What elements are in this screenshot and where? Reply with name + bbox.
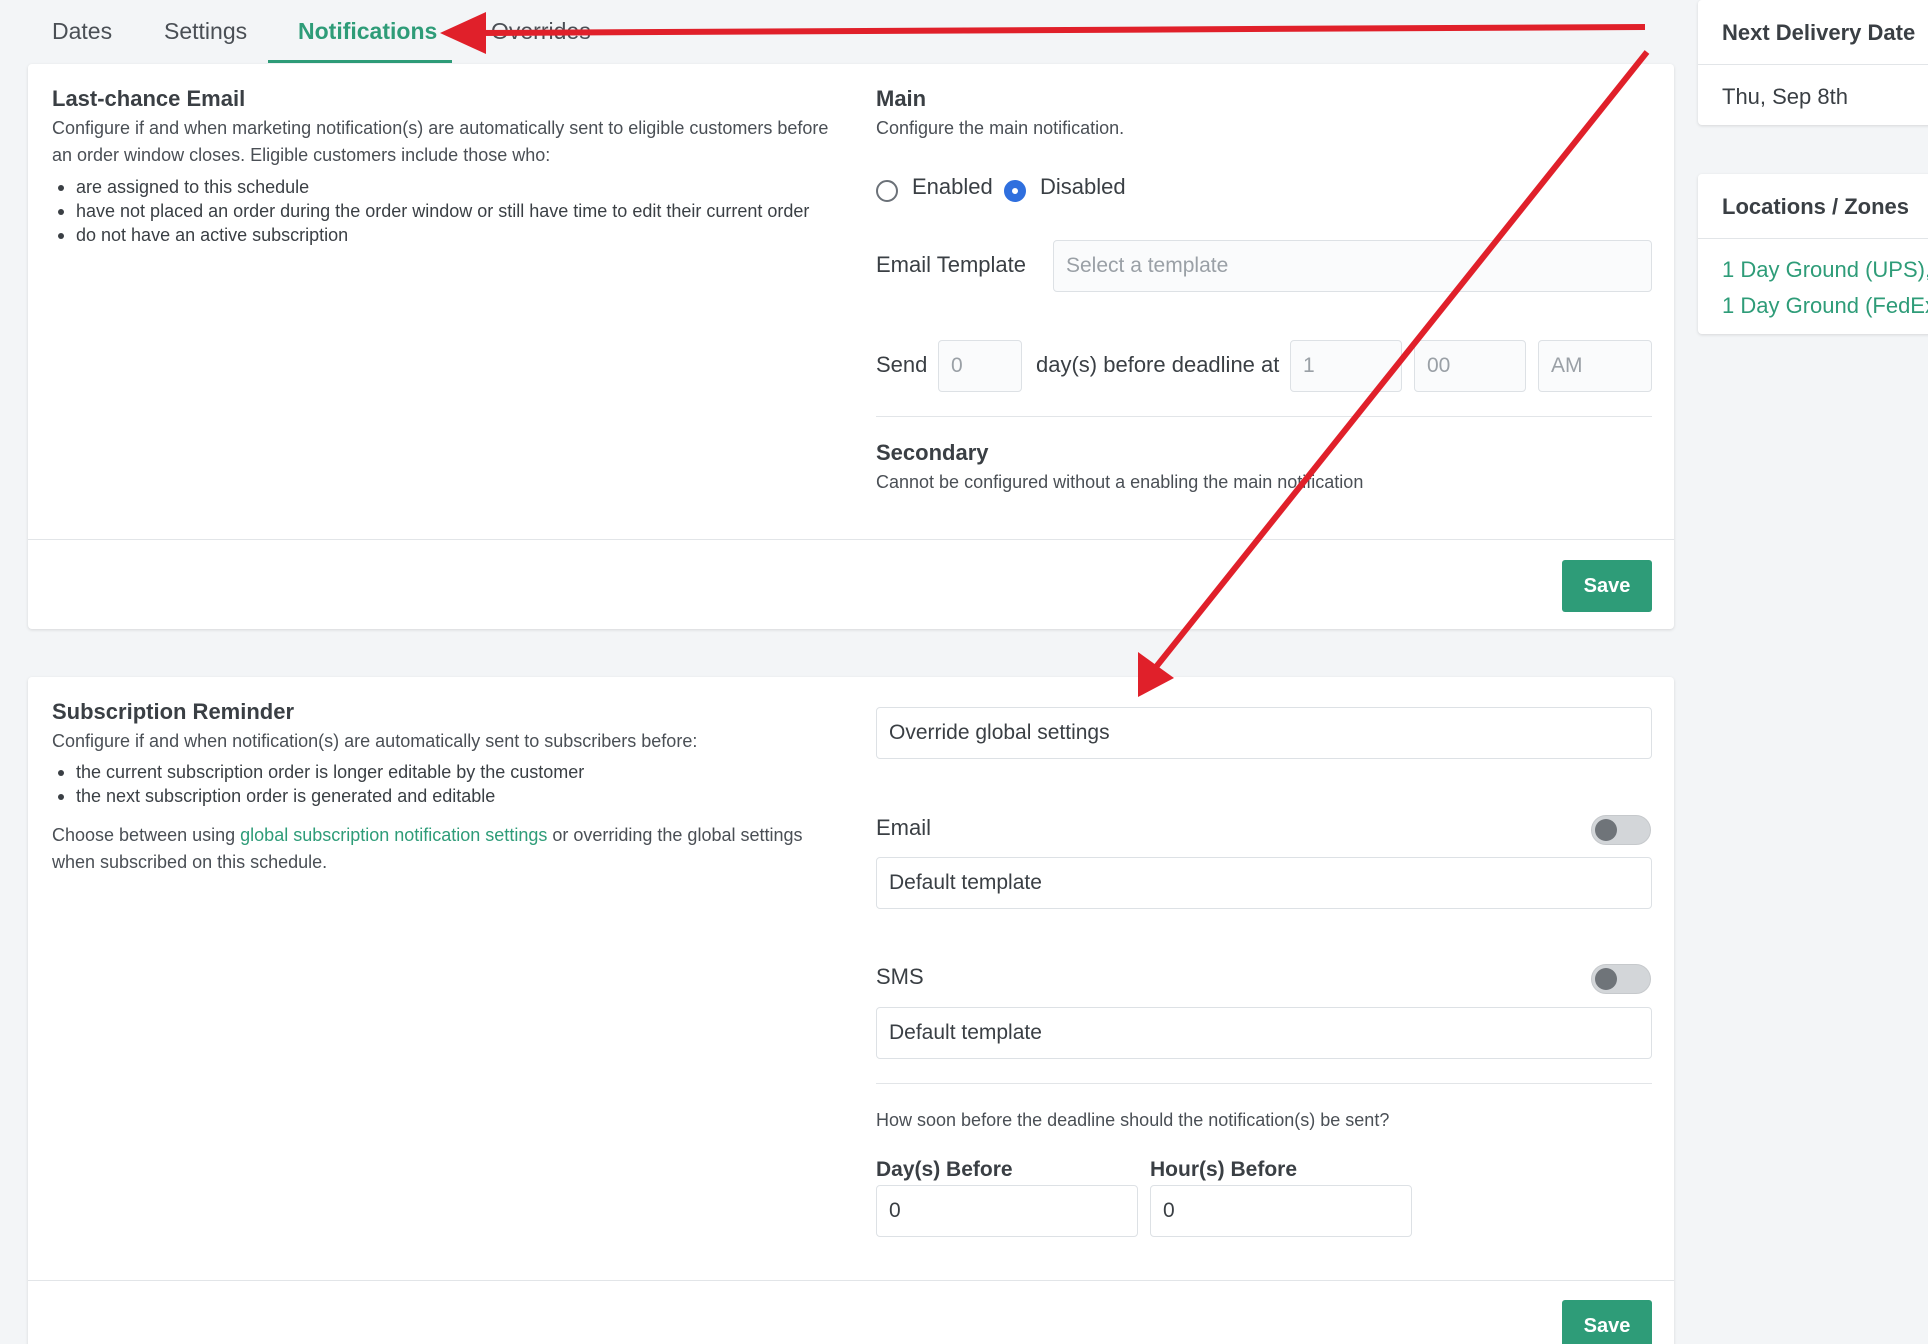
annotation-arrows [440,12,1650,697]
arrow-to-notifications-tab [440,12,1646,54]
arrow-to-override-select [1138,50,1650,697]
